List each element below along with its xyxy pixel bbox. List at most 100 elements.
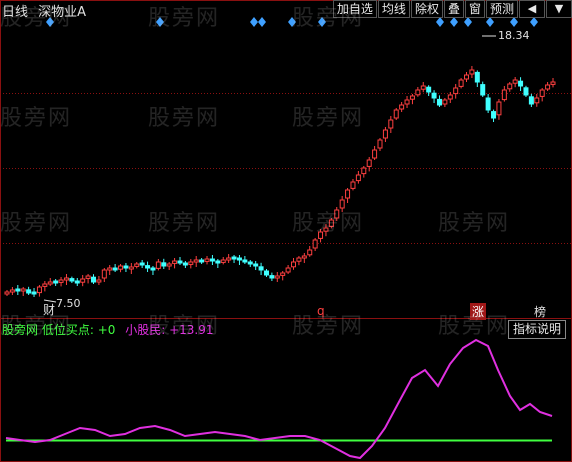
candle-body	[53, 280, 59, 284]
watermark: 股旁网	[0, 106, 73, 131]
candle-body	[388, 119, 394, 129]
candle-body	[480, 84, 486, 96]
candle-body	[236, 257, 242, 261]
candle-body	[523, 87, 529, 96]
candle-body	[350, 181, 356, 189]
candle-body	[528, 96, 534, 105]
candle-body	[36, 286, 42, 294]
candle-body	[415, 89, 421, 96]
candle-body	[269, 275, 275, 279]
forecast-button[interactable]: 预测	[485, 0, 518, 18]
candle-body	[372, 149, 378, 159]
candle-body	[534, 97, 540, 104]
watermark: 股旁网	[148, 211, 221, 236]
candle-body	[539, 89, 545, 97]
candle-body	[550, 81, 556, 85]
candle-body	[182, 262, 188, 266]
watermark: 股旁网	[292, 106, 365, 131]
signal-diamond-icon	[258, 17, 266, 27]
candle-body	[145, 265, 151, 269]
candle-body	[172, 260, 178, 264]
candle-body	[193, 259, 199, 263]
back-arrow-icon[interactable]: ◀	[519, 0, 545, 18]
candle-body	[101, 269, 107, 279]
candle-body	[42, 283, 48, 287]
watermark: 股旁网	[148, 106, 221, 131]
moving-average-button[interactable]: 均线	[377, 0, 410, 18]
candle-body	[150, 267, 156, 271]
candle-body	[155, 261, 161, 269]
candle-body	[464, 74, 470, 80]
candle-body	[96, 279, 102, 283]
candle-body	[20, 288, 26, 292]
candle-body	[377, 139, 383, 149]
candle-body	[26, 289, 32, 294]
candle-body	[166, 263, 172, 267]
candle-body	[199, 259, 205, 263]
candle-body	[134, 263, 140, 267]
candle-body	[436, 98, 442, 106]
candle-body	[512, 79, 518, 84]
candle-body	[409, 95, 415, 100]
candle-body	[226, 257, 232, 261]
candle-body	[355, 174, 361, 182]
candle-body	[280, 272, 286, 276]
ex-rights-button[interactable]: 除权	[410, 0, 443, 18]
candle-body	[112, 267, 118, 271]
candle-body	[382, 129, 388, 139]
chart-toolbar: 加自选 均线 除权 叠 窗 预测 ◀ ▼	[332, 0, 572, 18]
candle-body	[231, 256, 237, 260]
candle-body	[258, 266, 264, 271]
candle-body	[393, 109, 399, 119]
candle-body	[263, 270, 269, 276]
candle-body	[496, 101, 502, 116]
stock-chart-window: 日线 深物业A 加自选 均线 除权 叠 窗 预测 ◀ ▼ 18.34 7.50 …	[0, 0, 572, 462]
candle-body	[301, 255, 307, 259]
candle-body	[85, 275, 91, 279]
candle-body	[426, 86, 432, 93]
candle-body	[518, 80, 524, 87]
signal-diamond-icon	[450, 17, 458, 27]
candle-body	[123, 265, 129, 269]
watermark: 股旁网	[0, 6, 73, 31]
candle-body	[312, 239, 318, 249]
watermark: 股旁网	[438, 211, 511, 236]
high-price-label: 18.34	[498, 29, 530, 42]
candle-body	[296, 257, 302, 262]
watermark: 股旁网	[0, 314, 73, 339]
candle-body	[242, 259, 248, 263]
candle-body	[107, 267, 113, 271]
watermark: 股旁网	[438, 314, 511, 339]
watermark: 股旁网	[148, 314, 221, 339]
signal-diamond-icon	[486, 17, 494, 27]
signal-diamond-icon	[436, 17, 444, 27]
candle-body	[247, 261, 253, 265]
candle-body	[431, 92, 437, 99]
candle-body	[447, 94, 453, 100]
candle-body	[74, 280, 80, 284]
indicator-help-button[interactable]: 指标说明	[507, 320, 566, 339]
window-button[interactable]: 窗	[464, 0, 485, 18]
ranking-mark[interactable]: 榜	[534, 303, 546, 320]
candle-body	[345, 189, 351, 199]
signal-diamond-icon	[250, 17, 258, 27]
candle-body	[90, 276, 96, 283]
candle-body	[442, 99, 448, 105]
overlay-button[interactable]: 叠	[443, 0, 464, 18]
candle-body	[420, 85, 426, 90]
candle-body	[545, 84, 551, 90]
candle-body	[485, 97, 491, 111]
candle-body	[274, 275, 280, 279]
signal-diamond-icon	[510, 17, 518, 27]
candle-body	[177, 260, 183, 264]
candle-body	[63, 277, 69, 281]
candle-body	[15, 288, 21, 292]
candle-body	[188, 261, 194, 265]
dropdown-arrow-icon[interactable]: ▼	[546, 0, 572, 18]
candle-body	[47, 281, 53, 285]
candle-body	[220, 259, 226, 263]
candle-body	[404, 99, 410, 105]
indicator-value-1: +0	[97, 323, 116, 337]
candle-body	[501, 89, 507, 101]
watermark: 股旁网	[148, 6, 221, 31]
